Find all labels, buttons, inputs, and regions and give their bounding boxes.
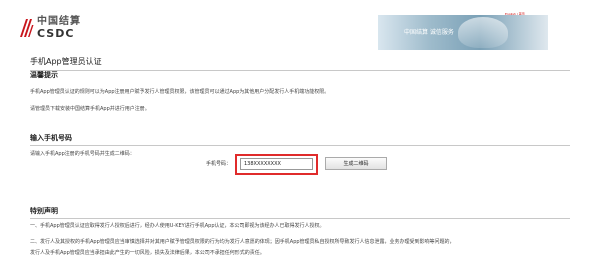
- notice-heading: 温馨提示: [30, 71, 58, 79]
- disclaimer-line-3: 发行人及手机App管理员应当承担由此产生的一切风险，损失及法律后果，本公司不承担…: [30, 250, 265, 256]
- logo-mark-icon: [20, 19, 34, 37]
- disclaimer-line-1: 一、手机App管理员认证应取得发行人授权后进行，经办人使用U-KEY进行手机Ap…: [30, 223, 325, 229]
- logo-english-text: CSDC: [37, 27, 75, 40]
- page-title: 手机App管理员认证: [30, 57, 102, 66]
- disclaimer-line-2: 二、发行人及其授权的手机App管理员应当审慎选择并对其用户赋予管理员权限的行为均…: [30, 239, 455, 245]
- notice-line-1: 手机App管理员认证的规则可以为App注册用户赋予发行人管理员权限，该管理员可以…: [30, 89, 330, 95]
- header: 中国结算 CSDC English | 首页 中国结算 诚信服务: [0, 0, 600, 52]
- disclaimer-divider: [30, 218, 570, 219]
- title-divider: [30, 70, 570, 71]
- banner-building-graphic: [458, 17, 508, 48]
- phone-label: 手机号码：: [206, 161, 232, 167]
- phone-number-input[interactable]: [240, 158, 313, 170]
- logo-chinese-text: 中国结算: [37, 16, 81, 27]
- notice-line-2: 请管理员下载安装中国结算手机App并进行用户注册。: [30, 106, 150, 112]
- banner-text: 中国结算 诚信服务: [404, 29, 454, 36]
- header-banner: 中国结算 诚信服务: [378, 15, 548, 50]
- phone-section-divider: [30, 145, 570, 146]
- phone-instruction: 请输入手机App注册的手机号码并生成二维码：: [30, 151, 135, 157]
- phone-section-heading: 输入手机号码: [30, 134, 72, 142]
- csdc-logo[interactable]: 中国结算 CSDC: [18, 14, 88, 44]
- generate-qr-code-button[interactable]: 生成二维码: [325, 157, 387, 170]
- disclaimer-heading: 特别声明: [30, 207, 58, 215]
